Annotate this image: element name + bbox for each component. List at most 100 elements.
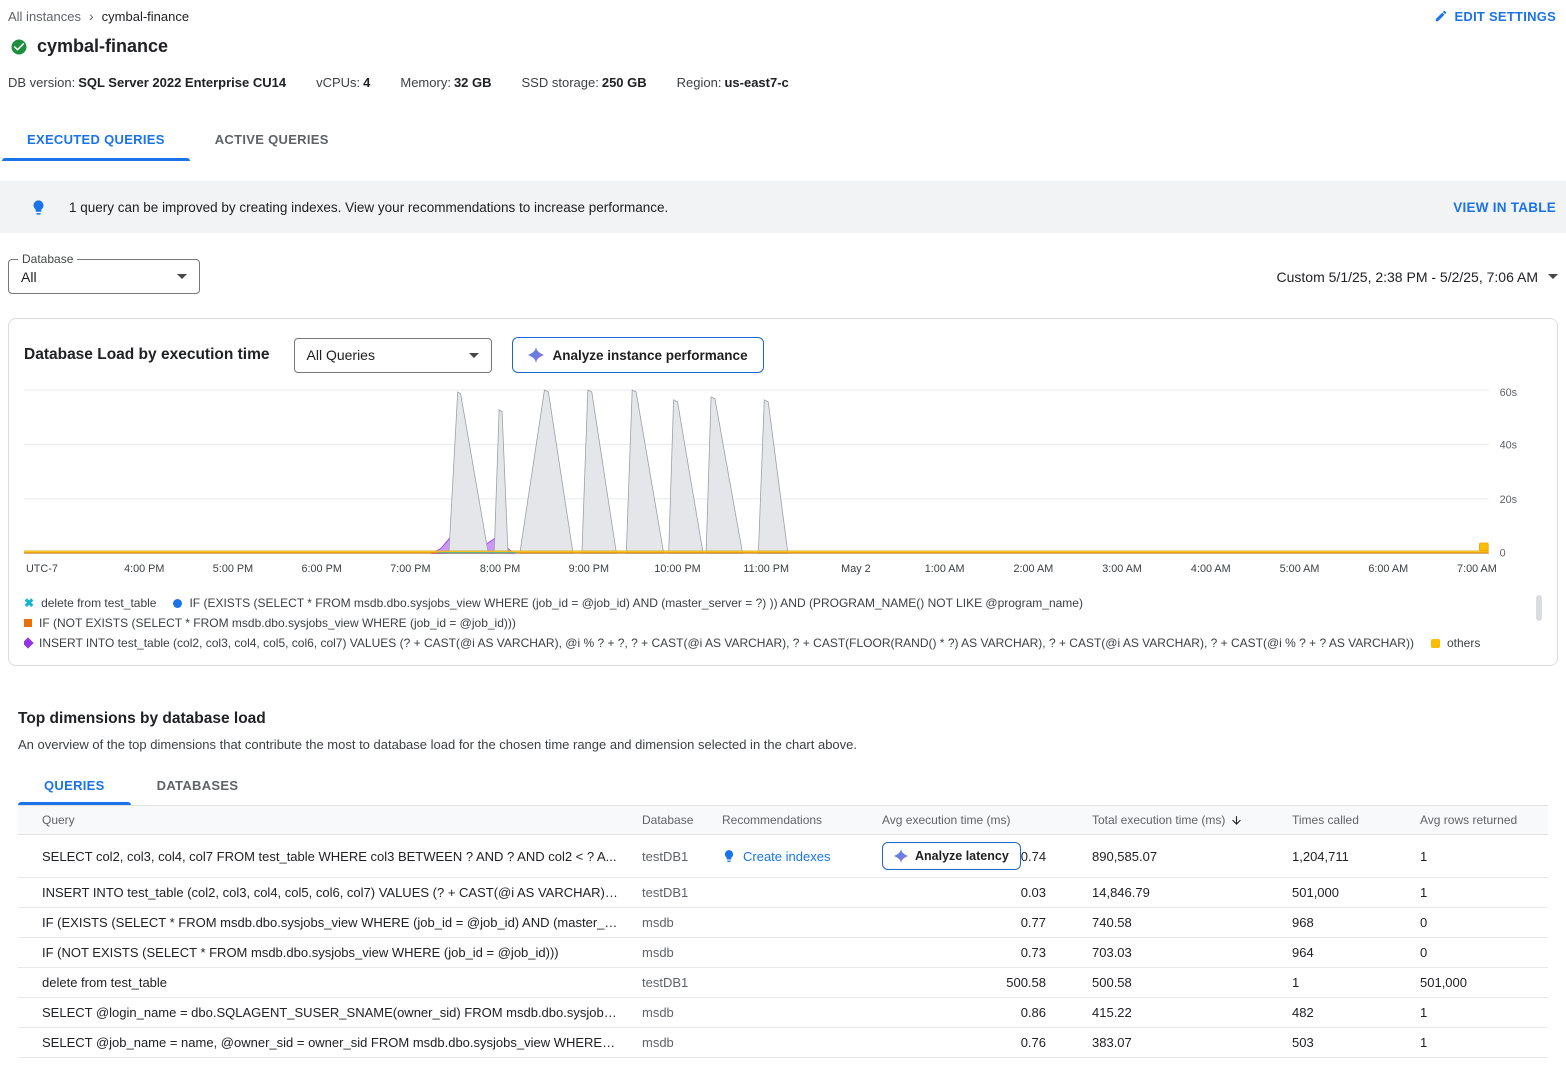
legend-item-if-not-exists[interactable]: IF (NOT EXISTS (SELECT * FROM msdb.dbo.s… (24, 616, 516, 630)
avg-rows-cell: 1 (1408, 878, 1548, 908)
instance-healthy-icon (10, 38, 28, 56)
column-header-total-execution-label: Total execution time (ms) (1092, 813, 1225, 827)
table-row[interactable]: SELECT @job_name = name, @owner_sid = ow… (18, 1028, 1548, 1058)
avg-execution-cell: 0.86 (870, 998, 1080, 1028)
x-tick-label: 10:00 PM (654, 563, 700, 575)
gemini-spark-icon (528, 347, 544, 363)
legend-item-others[interactable]: others (1431, 636, 1480, 650)
analyze-instance-performance-button[interactable]: Analyze instance performance (512, 337, 764, 373)
column-header-database[interactable]: Database (630, 806, 710, 835)
time-range-value: Custom 5/1/25, 2:38 PM - 5/2/25, 7:06 AM (1277, 269, 1538, 285)
tab-active-queries[interactable]: ACTIVE QUERIES (190, 118, 354, 161)
table-row[interactable]: IF (EXISTS (SELECT * FROM msdb.dbo.sysjo… (18, 908, 1548, 938)
gemini-spark-icon (894, 849, 908, 863)
legend-item-insert[interactable]: INSERT INTO test_table (col2, col3, col4… (24, 636, 1414, 650)
column-header-recommendations[interactable]: Recommendations (710, 806, 870, 835)
query-cell[interactable]: IF (EXISTS (SELECT * FROM msdb.dbo.sysjo… (18, 908, 630, 938)
detail-value: 250 GB (602, 75, 647, 90)
x-tick-label: 5:00 AM (1280, 563, 1320, 575)
tab-queries[interactable]: QUERIES (18, 766, 131, 805)
legend-item-delete[interactable]: ✖ delete from test_table (24, 596, 156, 610)
section-title: Top dimensions by database load (18, 710, 1548, 728)
column-header-total-execution[interactable]: Total execution time (ms) (1080, 806, 1280, 835)
legend-scrollbar[interactable] (1536, 595, 1542, 621)
avg-rows-cell: 0 (1408, 908, 1548, 938)
x-tick-label: 2:00 AM (1013, 563, 1053, 575)
detail-memory: Memory:32 GB (400, 75, 491, 90)
query-cell[interactable]: IF (NOT EXISTS (SELECT * FROM msdb.dbo.s… (18, 938, 630, 968)
y-tick-label: 20s (1500, 494, 1518, 506)
times-called-cell: 501,000 (1280, 878, 1408, 908)
table-row[interactable]: IF (NOT EXISTS (SELECT * FROM msdb.dbo.s… (18, 938, 1548, 968)
database-select[interactable]: Database All (8, 259, 200, 294)
table-row[interactable]: SELECT @login_name = dbo.SQLAGENT_SUSER_… (18, 998, 1548, 1028)
recommendations-cell: Create indexes (710, 835, 870, 878)
page-title: cymbal-finance (37, 36, 168, 57)
table-row[interactable]: delete from test_table testDB1 500.58 50… (18, 968, 1548, 998)
chevron-down-icon (177, 274, 187, 279)
y-tick-label: 40s (1500, 439, 1518, 451)
view-in-table-button[interactable]: VIEW IN TABLE (1453, 200, 1556, 215)
detail-ssd: SSD storage:250 GB (522, 75, 647, 90)
detail-vcpus: vCPUs:4 (316, 75, 370, 90)
legend-diamond-marker-icon (24, 637, 34, 648)
query-cell[interactable]: SELECT @login_name = dbo.SQLAGENT_SUSER_… (18, 998, 630, 1028)
x-tick-label: 7:00 AM (1457, 563, 1497, 575)
chart-area: 60s 40s 20s 0 UTC-7 4:00 PM 5:00 PM 6:00… (24, 387, 1542, 585)
column-header-avg-execution[interactable]: Avg execution time (ms) (870, 806, 1080, 835)
table-row[interactable]: SELECT col2, col3, col4, col7 FROM test_… (18, 835, 1548, 878)
avg-execution-cell: 500.58 (870, 968, 1080, 998)
tab-databases[interactable]: DATABASES (131, 766, 265, 805)
x-tick-label: 4:00 PM (124, 563, 164, 575)
query-cell[interactable]: delete from test_table (18, 968, 630, 998)
pencil-icon (1434, 9, 1448, 23)
table-row[interactable]: INSERT INTO test_table (col2, col3, col4… (18, 878, 1548, 908)
column-header-avg-rows[interactable]: Avg rows returned (1408, 806, 1548, 835)
detail-value: us-east7-c (724, 75, 788, 90)
legend-label: IF (EXISTS (SELECT * FROM msdb.dbo.sysjo… (189, 596, 1083, 610)
edit-settings-button[interactable]: EDIT SETTINGS (1434, 9, 1556, 24)
x-tick-label: 3:00 AM (1102, 563, 1142, 575)
breadcrumb-current: cymbal-finance (102, 9, 189, 24)
column-header-times-called[interactable]: Times called (1280, 806, 1408, 835)
recommendations-cell (710, 998, 870, 1028)
recommendations-cell (710, 908, 870, 938)
total-execution-cell: 415.22 (1080, 998, 1280, 1028)
title-row: cymbal-finance (0, 24, 1566, 57)
query-filter-value: All Queries (307, 347, 375, 363)
breadcrumb-all-instances[interactable]: All instances (8, 9, 81, 24)
analyze-latency-button[interactable]: Analyze latency (882, 842, 1021, 870)
total-execution-cell: 740.58 (1080, 908, 1280, 938)
tab-executed-queries[interactable]: EXECUTED QUERIES (2, 118, 190, 161)
x-tick-label: 8:00 PM (480, 563, 520, 575)
time-range-picker[interactable]: Custom 5/1/25, 2:38 PM - 5/2/25, 7:06 AM (1277, 269, 1558, 285)
total-execution-cell: 703.03 (1080, 938, 1280, 968)
breadcrumb: All instances › cymbal-finance (8, 8, 189, 24)
topbar: All instances › cymbal-finance EDIT SETT… (0, 0, 1566, 24)
legend-item-if-exists[interactable]: IF (EXISTS (SELECT * FROM msdb.dbo.sysjo… (173, 596, 1083, 610)
times-called-cell: 503 (1280, 1028, 1408, 1058)
query-insights-page: All instances › cymbal-finance EDIT SETT… (0, 0, 1566, 1068)
database-load-chart[interactable]: 60s 40s 20s 0 UTC-7 4:00 PM 5:00 PM 6:00… (24, 387, 1542, 585)
times-called-cell: 968 (1280, 908, 1408, 938)
avg-rows-cell: 1 (1408, 1028, 1548, 1058)
filter-row: Database All Custom 5/1/25, 2:38 PM - 5/… (0, 233, 1566, 294)
x-tick-label: 11:00 PM (743, 563, 789, 575)
detail-label: Region: (677, 75, 722, 90)
query-cell[interactable]: SELECT col2, col3, col4, col7 FROM test_… (18, 835, 630, 878)
query-cell[interactable]: SELECT @job_name = name, @owner_sid = ow… (18, 1028, 630, 1058)
database-load-card: Database Load by execution time All Quer… (8, 318, 1558, 666)
top-dimensions-section: Top dimensions by database load An overv… (0, 666, 1566, 1068)
create-indexes-link[interactable]: Create indexes (743, 849, 830, 864)
recommendations-cell (710, 878, 870, 908)
avg-execution-cell: 0.76 (870, 1028, 1080, 1058)
query-cell[interactable]: INSERT INTO test_table (col2, col3, col4… (18, 878, 630, 908)
database-cell: msdb (630, 998, 710, 1028)
lightbulb-icon (30, 199, 47, 216)
query-filter-select[interactable]: All Queries (294, 338, 492, 373)
column-header-query[interactable]: Query (18, 806, 630, 835)
legend-label: INSERT INTO test_table (col2, col3, col4… (39, 636, 1414, 650)
legend-label: IF (NOT EXISTS (SELECT * FROM msdb.dbo.s… (39, 616, 516, 630)
times-called-cell: 482 (1280, 998, 1408, 1028)
times-called-cell: 1 (1280, 968, 1408, 998)
